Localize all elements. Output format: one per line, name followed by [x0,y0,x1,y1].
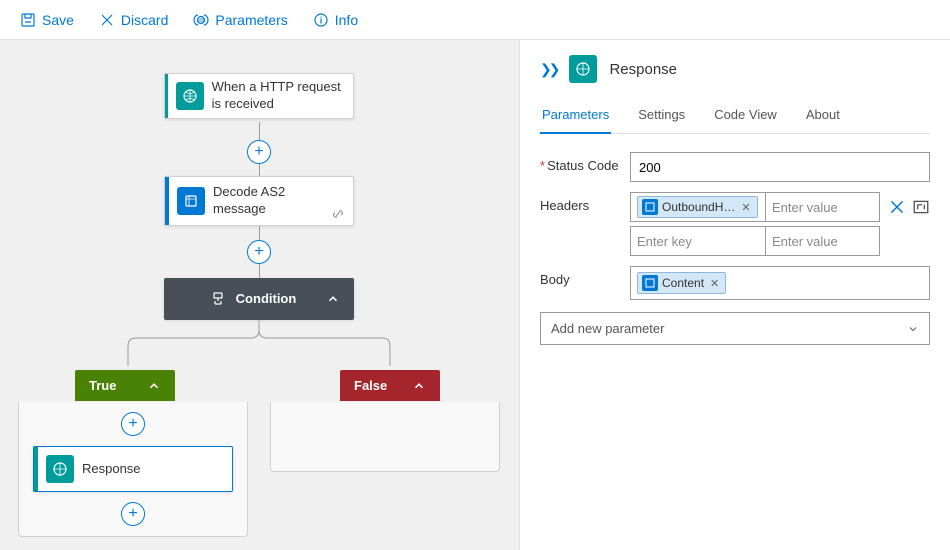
chevron-up-icon [412,379,426,393]
info-label: Info [335,12,358,28]
add-step-button[interactable]: + [121,502,145,526]
body-token[interactable]: Content ✕ [637,272,726,294]
discard-button[interactable]: Discard [89,7,178,33]
panel-title: Response [609,61,677,78]
info-icon [313,12,329,28]
header-value-input[interactable]: Enter value [765,226,880,256]
save-icon [20,12,36,28]
parameters-label: Parameters [215,12,287,28]
add-step-button[interactable]: + [247,240,271,264]
body-input[interactable]: Content ✕ [630,266,930,300]
token-text: Content [662,276,704,290]
tab-settings[interactable]: Settings [636,101,687,133]
true-branch-header[interactable]: True [75,370,175,401]
parameters-button[interactable]: @ Parameters [183,7,297,33]
true-branch-body: + Response + [18,402,248,537]
status-code-input[interactable] [630,152,930,182]
false-branch-body [270,402,500,472]
false-branch-header[interactable]: False [340,370,440,401]
node-accent [34,447,38,491]
header-key-cell[interactable]: OutboundH… ✕ [630,192,765,222]
status-code-label: Status Code [540,152,630,173]
response-icon [569,55,597,83]
chevron-up-icon [147,379,161,393]
save-label: Save [42,12,74,28]
connector [259,122,260,140]
branch-connector [100,320,420,370]
tab-about[interactable]: About [804,101,842,133]
connector [259,164,260,176]
tab-parameters[interactable]: Parameters [540,101,611,134]
link-icon [331,207,345,221]
header-key-token[interactable]: OutboundH… ✕ [637,196,758,218]
trigger-label: When a HTTP request is received [212,79,353,113]
token-icon [642,199,658,215]
chevron-down-icon [907,323,919,335]
toolbar: Save Discard @ Parameters Info [0,0,950,40]
token-icon [642,275,658,291]
svg-text:@: @ [198,18,204,24]
node-accent [165,177,169,225]
chevron-up-icon [326,292,340,306]
connector [259,226,260,240]
condition-label: Condition [236,291,309,308]
node-accent [165,74,168,118]
text-mode-icon[interactable] [912,198,930,216]
add-parameter-label: Add new parameter [551,321,664,336]
condition-node[interactable]: Condition [164,278,354,320]
headers-label: Headers [540,192,630,213]
add-step-button[interactable]: + [121,412,145,436]
token-remove-button[interactable]: ✕ [710,277,719,290]
header-value-cell[interactable]: Enter value [765,192,880,222]
false-label: False [354,378,387,393]
header-key-input[interactable]: Enter key [630,226,765,256]
token-text: OutboundH… [662,200,735,214]
discard-label: Discard [121,12,168,28]
true-label: True [89,378,116,393]
tab-code-view[interactable]: Code View [712,101,779,133]
condition-icon [210,291,226,307]
details-panel: ❯❯ Response Parameters Settings Code Vie… [520,40,950,550]
response-node[interactable]: Response [33,446,233,492]
decode-icon [177,187,205,215]
save-button[interactable]: Save [10,7,84,33]
trigger-node[interactable]: When a HTTP request is received [164,73,354,119]
body-label: Body [540,266,630,287]
designer-canvas[interactable]: When a HTTP request is received + Decode… [0,40,520,550]
panel-tabs: Parameters Settings Code View About [540,101,930,134]
add-parameter-dropdown[interactable]: Add new parameter [540,312,930,345]
response-icon [46,455,74,483]
info-button[interactable]: Info [303,7,368,33]
token-remove-button[interactable]: ✕ [741,201,750,214]
collapse-panel-button[interactable]: ❯❯ [540,61,557,78]
clear-icon[interactable] [888,198,906,216]
close-icon [99,12,115,28]
http-request-icon [176,82,204,110]
decode-node[interactable]: Decode AS2 message [164,176,354,226]
connector [259,264,260,278]
parameters-icon: @ [193,12,209,28]
add-step-button[interactable]: + [247,140,271,164]
response-label: Response [82,461,153,478]
